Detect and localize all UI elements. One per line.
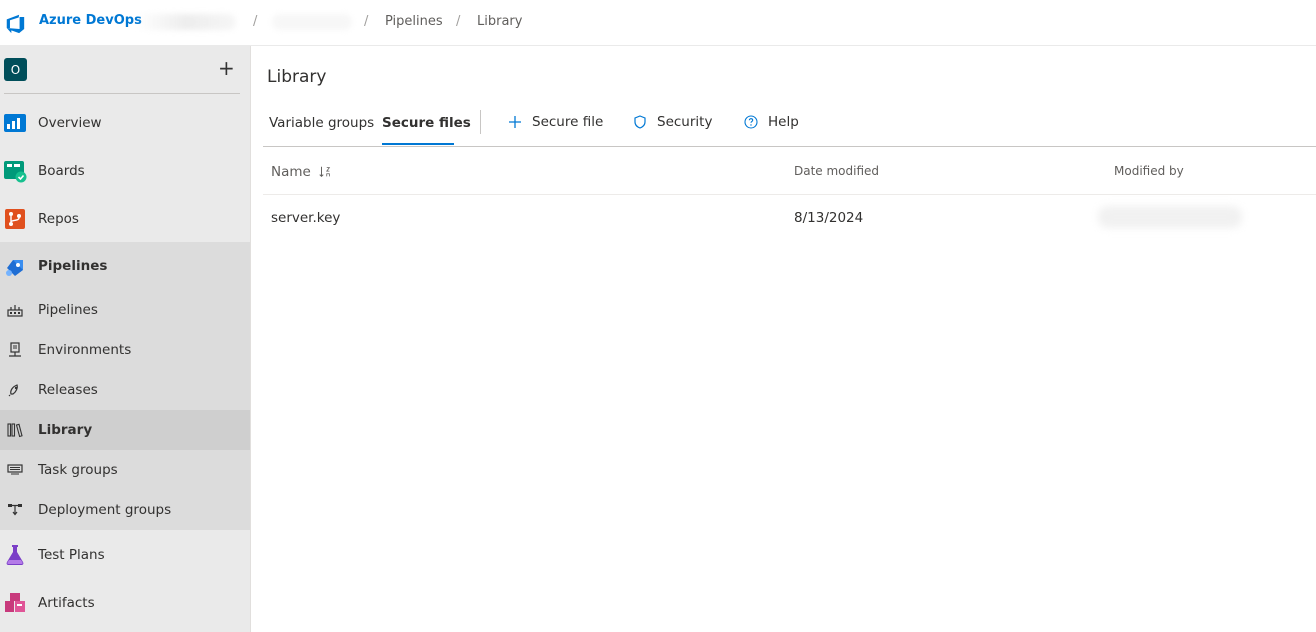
project-name-redacted[interactable]: [272, 14, 352, 30]
project-avatar[interactable]: O: [4, 58, 27, 81]
divider: [263, 194, 1316, 195]
test-plans-icon: [6, 545, 24, 565]
sidebar-item-pipelines[interactable]: Pipelines: [0, 242, 250, 290]
divider: [480, 110, 481, 134]
add-secure-file-label: Secure file: [532, 114, 604, 130]
sidebar-item-label: Releases: [38, 382, 98, 398]
plus-icon: [509, 116, 521, 128]
date-modified-cell: 8/13/2024: [794, 210, 864, 226]
pipelines-icon: [6, 260, 23, 276]
active-tab-indicator: [382, 143, 454, 145]
organization-name-redacted[interactable]: [136, 14, 236, 30]
divider: [4, 93, 240, 94]
breadcrumb-separator: /: [253, 14, 258, 29]
sidebar-item-label: Pipelines: [38, 302, 98, 318]
tab-variable-groups[interactable]: Variable groups: [269, 115, 374, 131]
tab-secure-files[interactable]: Secure files: [382, 115, 471, 131]
pipelines-sub-icon: [7, 305, 23, 317]
sidebar-item-boards[interactable]: Boards: [0, 147, 250, 195]
sidebar-item-task-groups[interactable]: Task groups: [0, 450, 250, 490]
sidebar-item-test-plans[interactable]: Test Plans: [0, 531, 250, 579]
modified-by-cell-redacted: [1098, 206, 1242, 228]
column-header-date-modified[interactable]: Date modified: [794, 164, 879, 178]
sidebar-item-label: Artifacts: [38, 595, 95, 611]
top-bar: Azure DevOps / / Pipelines / Library: [0, 0, 1316, 46]
environments-icon: [9, 342, 21, 357]
task-groups-icon: [7, 464, 23, 475]
sidebar-item-deployment-groups[interactable]: Deployment groups: [0, 490, 250, 530]
boards-icon: [4, 161, 27, 183]
divider: [263, 146, 1316, 147]
sidebar-item-library[interactable]: Library: [0, 410, 250, 450]
column-header-label: Name: [271, 164, 311, 180]
help-icon: [744, 115, 758, 129]
breadcrumb-library[interactable]: Library: [477, 14, 522, 29]
pipelines-group: Pipelines Pipelines Environments Release…: [0, 242, 250, 530]
breadcrumb-separator: /: [456, 14, 461, 29]
releases-icon: [8, 384, 18, 397]
sidebar-item-label: Boards: [38, 163, 85, 179]
sidebar-item-label: Environments: [38, 342, 132, 358]
page-title: Library: [267, 67, 327, 87]
security-label: Security: [657, 114, 713, 130]
column-header-name[interactable]: Name: [271, 164, 332, 180]
project-selector[interactable]: O +: [0, 46, 250, 94]
sidebar-item-label: Pipelines: [38, 258, 108, 274]
add-secure-file-button[interactable]: Secure file: [507, 114, 603, 130]
deployment-groups-icon: [8, 504, 22, 516]
file-name-cell[interactable]: server.key: [271, 210, 340, 226]
sidebar: O + Overview Boards Repos Pipelines Pipe…: [0, 46, 251, 632]
repos-icon: [5, 209, 25, 229]
sidebar-item-overview[interactable]: Overview: [0, 99, 250, 147]
brand-name[interactable]: Azure DevOps: [39, 13, 142, 28]
add-icon[interactable]: +: [218, 56, 235, 80]
shield-icon: [634, 115, 646, 129]
sidebar-item-releases[interactable]: Releases: [0, 370, 250, 410]
overview-icon: [4, 114, 26, 132]
help-button[interactable]: Help: [743, 114, 799, 130]
sidebar-item-artifacts[interactable]: Artifacts: [0, 579, 250, 627]
sidebar-item-environments[interactable]: Environments: [0, 330, 250, 370]
sidebar-item-label: Deployment groups: [38, 502, 172, 518]
sidebar-item-label: Task groups: [38, 462, 118, 478]
sidebar-item-label: Repos: [38, 211, 79, 227]
help-label: Help: [768, 114, 799, 130]
breadcrumb-separator: /: [364, 14, 369, 29]
sort-icon[interactable]: [318, 165, 332, 179]
artifacts-icon: [5, 593, 25, 612]
breadcrumb-pipelines[interactable]: Pipelines: [385, 14, 443, 29]
sidebar-item-pipelines-sub[interactable]: Pipelines: [0, 290, 250, 330]
sidebar-item-label: Overview: [38, 115, 102, 131]
security-button[interactable]: Security: [632, 114, 712, 130]
sidebar-item-label: Library: [38, 422, 93, 438]
library-icon: [7, 423, 23, 438]
azure-devops-logo-icon[interactable]: [4, 12, 26, 34]
sidebar-item-label: Test Plans: [38, 547, 105, 563]
column-header-modified-by[interactable]: Modified by: [1114, 164, 1184, 178]
sidebar-item-repos[interactable]: Repos: [0, 195, 250, 243]
